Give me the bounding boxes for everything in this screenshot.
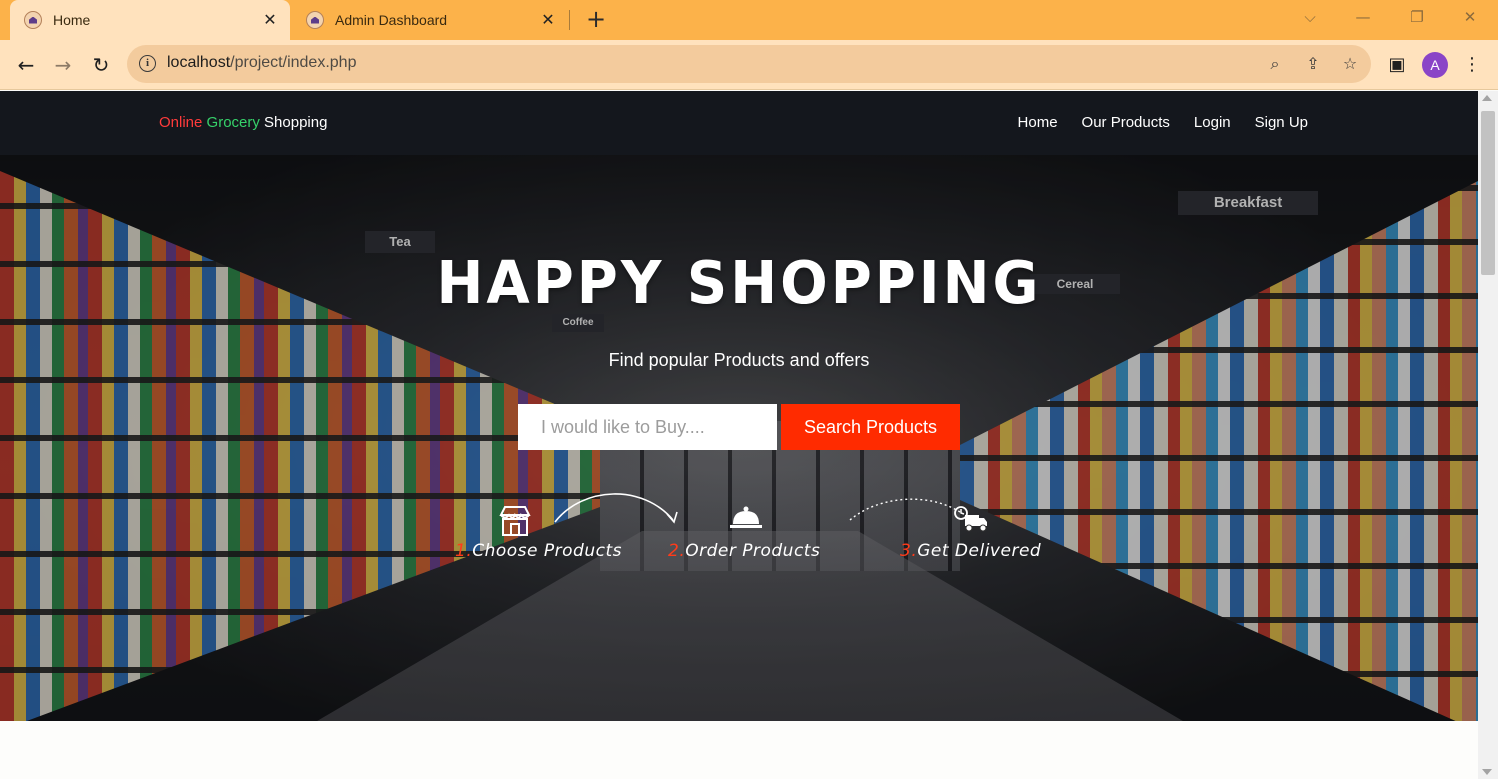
page-scrollbar[interactable] (1478, 91, 1498, 779)
scroll-down-arrow-icon[interactable] (1482, 769, 1492, 775)
close-window-button[interactable]: ✕ (1456, 6, 1484, 30)
scrollbar-thumb[interactable] (1481, 111, 1495, 275)
tab-strip: Home ✕ Admin Dashboard ✕ + ⌵ — ❐ ✕ (0, 0, 1498, 40)
step-text: Order Products (685, 541, 821, 561)
site-logo[interactable]: Online Grocery Shopping (159, 114, 327, 131)
close-tab-icon[interactable]: ✕ (256, 10, 284, 30)
avatar[interactable]: A (1422, 52, 1448, 78)
url-text[interactable]: localhost/project/index.php (167, 54, 356, 72)
step-choose-products: 1.Choose Products (455, 505, 621, 565)
nav-link-sign-up[interactable]: Sign Up (1255, 114, 1308, 131)
product-search-input[interactable] (518, 404, 777, 450)
step-get-delivered: 3.Get Delivered (900, 505, 1050, 565)
tab-title: Home (53, 12, 91, 28)
step-number: 2. (668, 541, 686, 561)
minimize-button[interactable]: — (1349, 6, 1377, 30)
step-order-products: 2.Order Products (668, 505, 838, 565)
new-tab-button[interactable]: + (582, 6, 610, 34)
tab-search-icon[interactable]: ⌵ (1296, 6, 1324, 30)
scroll-up-arrow-icon[interactable] (1482, 95, 1492, 101)
bookmark-star-icon[interactable]: ☆ (1339, 53, 1361, 75)
tab-separator (569, 10, 570, 30)
delivery-truck-icon (954, 506, 987, 532)
step-label: 2.Order Products (668, 541, 820, 561)
site-nav: Home Our Products Login Sign Up (1018, 114, 1478, 131)
tab-home[interactable]: Home ✕ (10, 0, 290, 40)
store-icon (499, 506, 531, 536)
nav-link-login[interactable]: Login (1194, 114, 1231, 131)
brand-word-shopping: Shopping (264, 114, 328, 131)
reload-icon[interactable]: ↻ (86, 50, 116, 80)
menu-kebab-icon[interactable]: ⋮ (1459, 52, 1485, 78)
nav-link-our-products[interactable]: Our Products (1082, 114, 1170, 131)
hero-section: Tea Breakfast Cereal Coffee Online Groce… (0, 91, 1478, 721)
restore-button[interactable]: ❐ (1403, 6, 1431, 30)
back-arrow-icon[interactable]: ← (11, 50, 41, 80)
cloche-icon (730, 506, 762, 528)
nav-link-home[interactable]: Home (1018, 114, 1058, 131)
step-number: 3. (900, 541, 918, 561)
url-path: /project/index.php (230, 54, 357, 71)
site-info-icon[interactable]: i (139, 55, 156, 72)
hero-title: HAPPY SHOPPING (436, 249, 1042, 318)
step-number: 1. (455, 541, 473, 561)
hero-subtitle: Find popular Products and offers (608, 350, 870, 370)
zoom-icon[interactable]: ⌕ (1264, 53, 1286, 75)
brand-word-online: Online (159, 114, 203, 131)
search-products-button[interactable]: Search Products (781, 404, 960, 450)
step-label: 1.Choose Products (455, 541, 622, 561)
forward-arrow-icon[interactable]: → (48, 50, 78, 80)
tab-title: Admin Dashboard (335, 12, 448, 28)
tab-admin-dashboard[interactable]: Admin Dashboard ✕ (292, 0, 568, 40)
step-text: Choose Products (472, 541, 622, 561)
side-panel-icon[interactable]: ▣ (1384, 52, 1410, 78)
brand-word-grocery: Grocery (206, 114, 260, 131)
close-tab-icon[interactable]: ✕ (534, 10, 562, 30)
site-favicon-icon (306, 11, 324, 29)
site-favicon-icon (24, 11, 42, 29)
step-label: 3.Get Delivered (900, 541, 1041, 561)
share-icon[interactable]: ⇪ (1302, 53, 1324, 75)
step-text: Get Delivered (917, 541, 1042, 561)
address-bar[interactable]: i localhost/project/index.php ⌕ ⇪ ☆ (127, 45, 1371, 83)
browser-toolbar: ← → ↻ i localhost/project/index.php ⌕ ⇪ … (0, 40, 1498, 90)
page-viewport: Tea Breakfast Cereal Coffee Online Groce… (0, 91, 1478, 779)
url-host: localhost (167, 54, 231, 71)
